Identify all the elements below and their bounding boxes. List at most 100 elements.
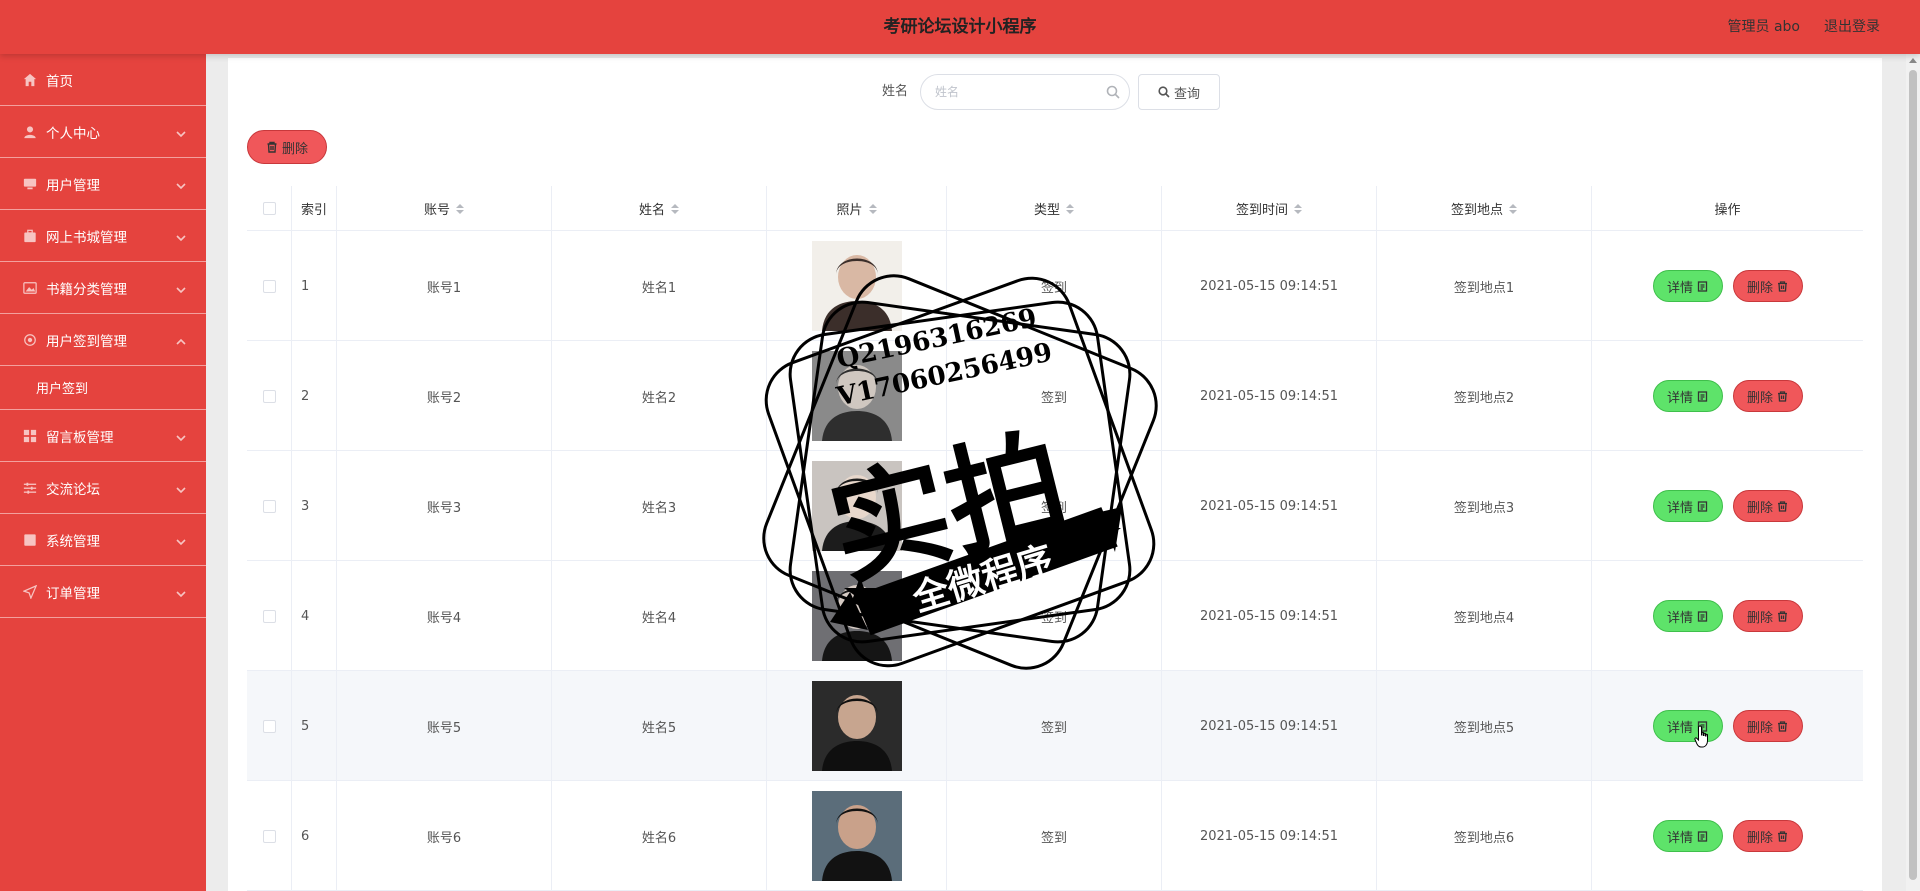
batch-delete-button[interactable]: 删除 bbox=[247, 130, 327, 164]
table-row[interactable]: 2 账号2 姓名2 签到 2021-05-15 09:14:51 签到地点2 详情 删除 bbox=[247, 341, 1863, 451]
checkbox-icon bbox=[22, 532, 38, 548]
search-label: 姓名 bbox=[882, 84, 909, 99]
delete-button-label: 删除 bbox=[1746, 720, 1773, 736]
header-photo[interactable]: 照片 bbox=[767, 186, 947, 231]
logout-link[interactable]: 退出登录 bbox=[1824, 0, 1880, 54]
sidebar-item-personal-center[interactable]: 个人中心 bbox=[0, 106, 206, 158]
header-label: 账号 bbox=[423, 203, 450, 218]
chevron-up-icon bbox=[176, 335, 186, 345]
detail-button[interactable]: 详情 bbox=[1652, 490, 1723, 522]
sidebar-item-message-board-management[interactable]: 留言板管理 bbox=[0, 410, 206, 462]
cell-checkin-place: 签到地点2 bbox=[1377, 341, 1592, 451]
sort-icon[interactable] bbox=[1509, 203, 1517, 214]
scrollbar-thumb[interactable] bbox=[1909, 70, 1917, 880]
trash-icon bbox=[1778, 610, 1787, 622]
header-label: 姓名 bbox=[638, 203, 665, 218]
sidebar-item-order-management[interactable]: 订单管理 bbox=[0, 566, 206, 618]
cell-name: 姓名6 bbox=[552, 781, 767, 891]
checkin-table: 索引 账号 姓名 照片 类型 签到时间 签到地点 操作 1 账号1 姓名1 签到 202… bbox=[247, 186, 1863, 891]
header-type[interactable]: 类型 bbox=[947, 186, 1162, 231]
row-checkbox[interactable] bbox=[262, 279, 276, 293]
table-row[interactable]: 3 账号3 姓名3 签到 2021-05-15 09:14:51 签到地点3 详情 删除 bbox=[247, 451, 1863, 561]
row-checkbox[interactable] bbox=[262, 829, 276, 843]
sliders-icon bbox=[22, 480, 38, 496]
user-photo[interactable] bbox=[811, 351, 902, 441]
sidebar-item-book-category-management[interactable]: 书籍分类管理 bbox=[0, 262, 206, 314]
image-icon bbox=[22, 280, 38, 296]
cell-account: 账号2 bbox=[337, 341, 552, 451]
sidebar-item-home[interactable]: 首页 bbox=[0, 54, 206, 106]
sort-icon[interactable] bbox=[671, 203, 679, 214]
chevron-down-icon bbox=[176, 535, 186, 546]
detail-button[interactable]: 详情 bbox=[1652, 600, 1723, 632]
sort-icon[interactable] bbox=[1294, 203, 1302, 214]
row-checkbox[interactable] bbox=[262, 499, 276, 513]
user-photo[interactable] bbox=[811, 681, 902, 771]
delete-button[interactable]: 删除 bbox=[1732, 820, 1803, 852]
cell-name: 姓名1 bbox=[552, 231, 767, 341]
query-button-label: 查询 bbox=[1173, 86, 1200, 102]
detail-button[interactable]: 详情 bbox=[1652, 270, 1723, 302]
row-select-cell bbox=[247, 561, 292, 671]
delete-button[interactable]: 删除 bbox=[1732, 270, 1803, 302]
delete-button[interactable]: 删除 bbox=[1732, 710, 1803, 742]
sidebar-item-label: 系统管理 bbox=[46, 533, 100, 550]
sidebar-item-user-management[interactable]: 用户管理 bbox=[0, 158, 206, 210]
cell-index: 5 bbox=[292, 671, 337, 781]
document-icon bbox=[1697, 280, 1708, 292]
sidebar-item-system-management[interactable]: 系统管理 bbox=[0, 514, 206, 566]
user-photo[interactable] bbox=[811, 461, 902, 551]
header-label: 操作 bbox=[1714, 203, 1741, 218]
batch-delete-label: 删除 bbox=[281, 141, 308, 157]
sort-icon[interactable] bbox=[868, 203, 877, 214]
sidebar-item-forum[interactable]: 交流论坛 bbox=[0, 462, 206, 514]
search-input[interactable] bbox=[920, 74, 1130, 110]
cell-checkin-time: 2021-05-15 09:14:51 bbox=[1162, 451, 1377, 561]
delete-button[interactable]: 删除 bbox=[1732, 600, 1803, 632]
sidebar-item-label: 留言板管理 bbox=[46, 429, 114, 446]
header-checkin-place[interactable]: 签到地点 bbox=[1377, 186, 1592, 231]
header-actions: 操作 bbox=[1592, 186, 1863, 231]
chevron-down-icon bbox=[176, 283, 186, 294]
sidebar-item-checkin-management[interactable]: 用户签到管理 bbox=[0, 314, 206, 366]
sort-icon[interactable] bbox=[1066, 203, 1074, 214]
header-label: 签到地点 bbox=[1450, 203, 1503, 218]
delete-button[interactable]: 删除 bbox=[1732, 380, 1803, 412]
sidebar-item-bookstore-management[interactable]: 网上书城管理 bbox=[0, 210, 206, 262]
trash-icon bbox=[1778, 390, 1787, 402]
scroll-up-arrow-icon[interactable] bbox=[1909, 58, 1917, 63]
detail-button[interactable]: 详情 bbox=[1652, 710, 1723, 742]
search-bar: 姓名 查询 bbox=[228, 74, 1882, 110]
table-row[interactable]: 6 账号6 姓名6 签到 2021-05-15 09:14:51 签到地点6 详情 删除 bbox=[247, 781, 1863, 891]
user-photo[interactable] bbox=[811, 571, 902, 661]
cell-actions: 详情 删除 bbox=[1592, 781, 1863, 891]
select-all-checkbox[interactable] bbox=[262, 202, 276, 215]
user-photo[interactable] bbox=[811, 791, 902, 881]
cell-checkin-time: 2021-05-15 09:14:51 bbox=[1162, 231, 1377, 341]
cell-type: 签到 bbox=[947, 561, 1162, 671]
document-icon bbox=[1697, 610, 1708, 622]
chevron-down-icon bbox=[176, 231, 186, 242]
document-icon bbox=[1697, 500, 1708, 512]
row-checkbox[interactable] bbox=[262, 389, 276, 403]
detail-button[interactable]: 详情 bbox=[1652, 820, 1723, 852]
row-checkbox[interactable] bbox=[262, 719, 276, 733]
sort-icon[interactable] bbox=[456, 203, 464, 214]
detail-button[interactable]: 详情 bbox=[1652, 380, 1723, 412]
user-photo[interactable] bbox=[811, 241, 902, 331]
delete-button[interactable]: 删除 bbox=[1732, 490, 1803, 522]
table-row[interactable]: 1 账号1 姓名1 签到 2021-05-15 09:14:51 签到地点1 详情 删除 bbox=[247, 231, 1863, 341]
cell-type: 签到 bbox=[947, 781, 1162, 891]
header-account[interactable]: 账号 bbox=[337, 186, 552, 231]
sidebar-subitem-user-checkin[interactable]: 用户签到 bbox=[0, 366, 206, 410]
grid-icon bbox=[22, 428, 38, 444]
row-select-cell bbox=[247, 671, 292, 781]
header-name[interactable]: 姓名 bbox=[552, 186, 767, 231]
table-row[interactable]: 5 账号5 姓名5 签到 2021-05-15 09:14:51 签到地点5 详情 删除 bbox=[247, 671, 1863, 781]
table-row[interactable]: 4 账号4 姓名4 签到 2021-05-15 09:14:51 签到地点4 详情 删除 bbox=[247, 561, 1863, 671]
cell-index: 3 bbox=[292, 451, 337, 561]
query-button[interactable]: 查询 bbox=[1138, 74, 1220, 110]
header-checkin-time[interactable]: 签到时间 bbox=[1162, 186, 1377, 231]
row-checkbox[interactable] bbox=[262, 609, 276, 623]
vertical-scrollbar[interactable] bbox=[1906, 54, 1920, 891]
